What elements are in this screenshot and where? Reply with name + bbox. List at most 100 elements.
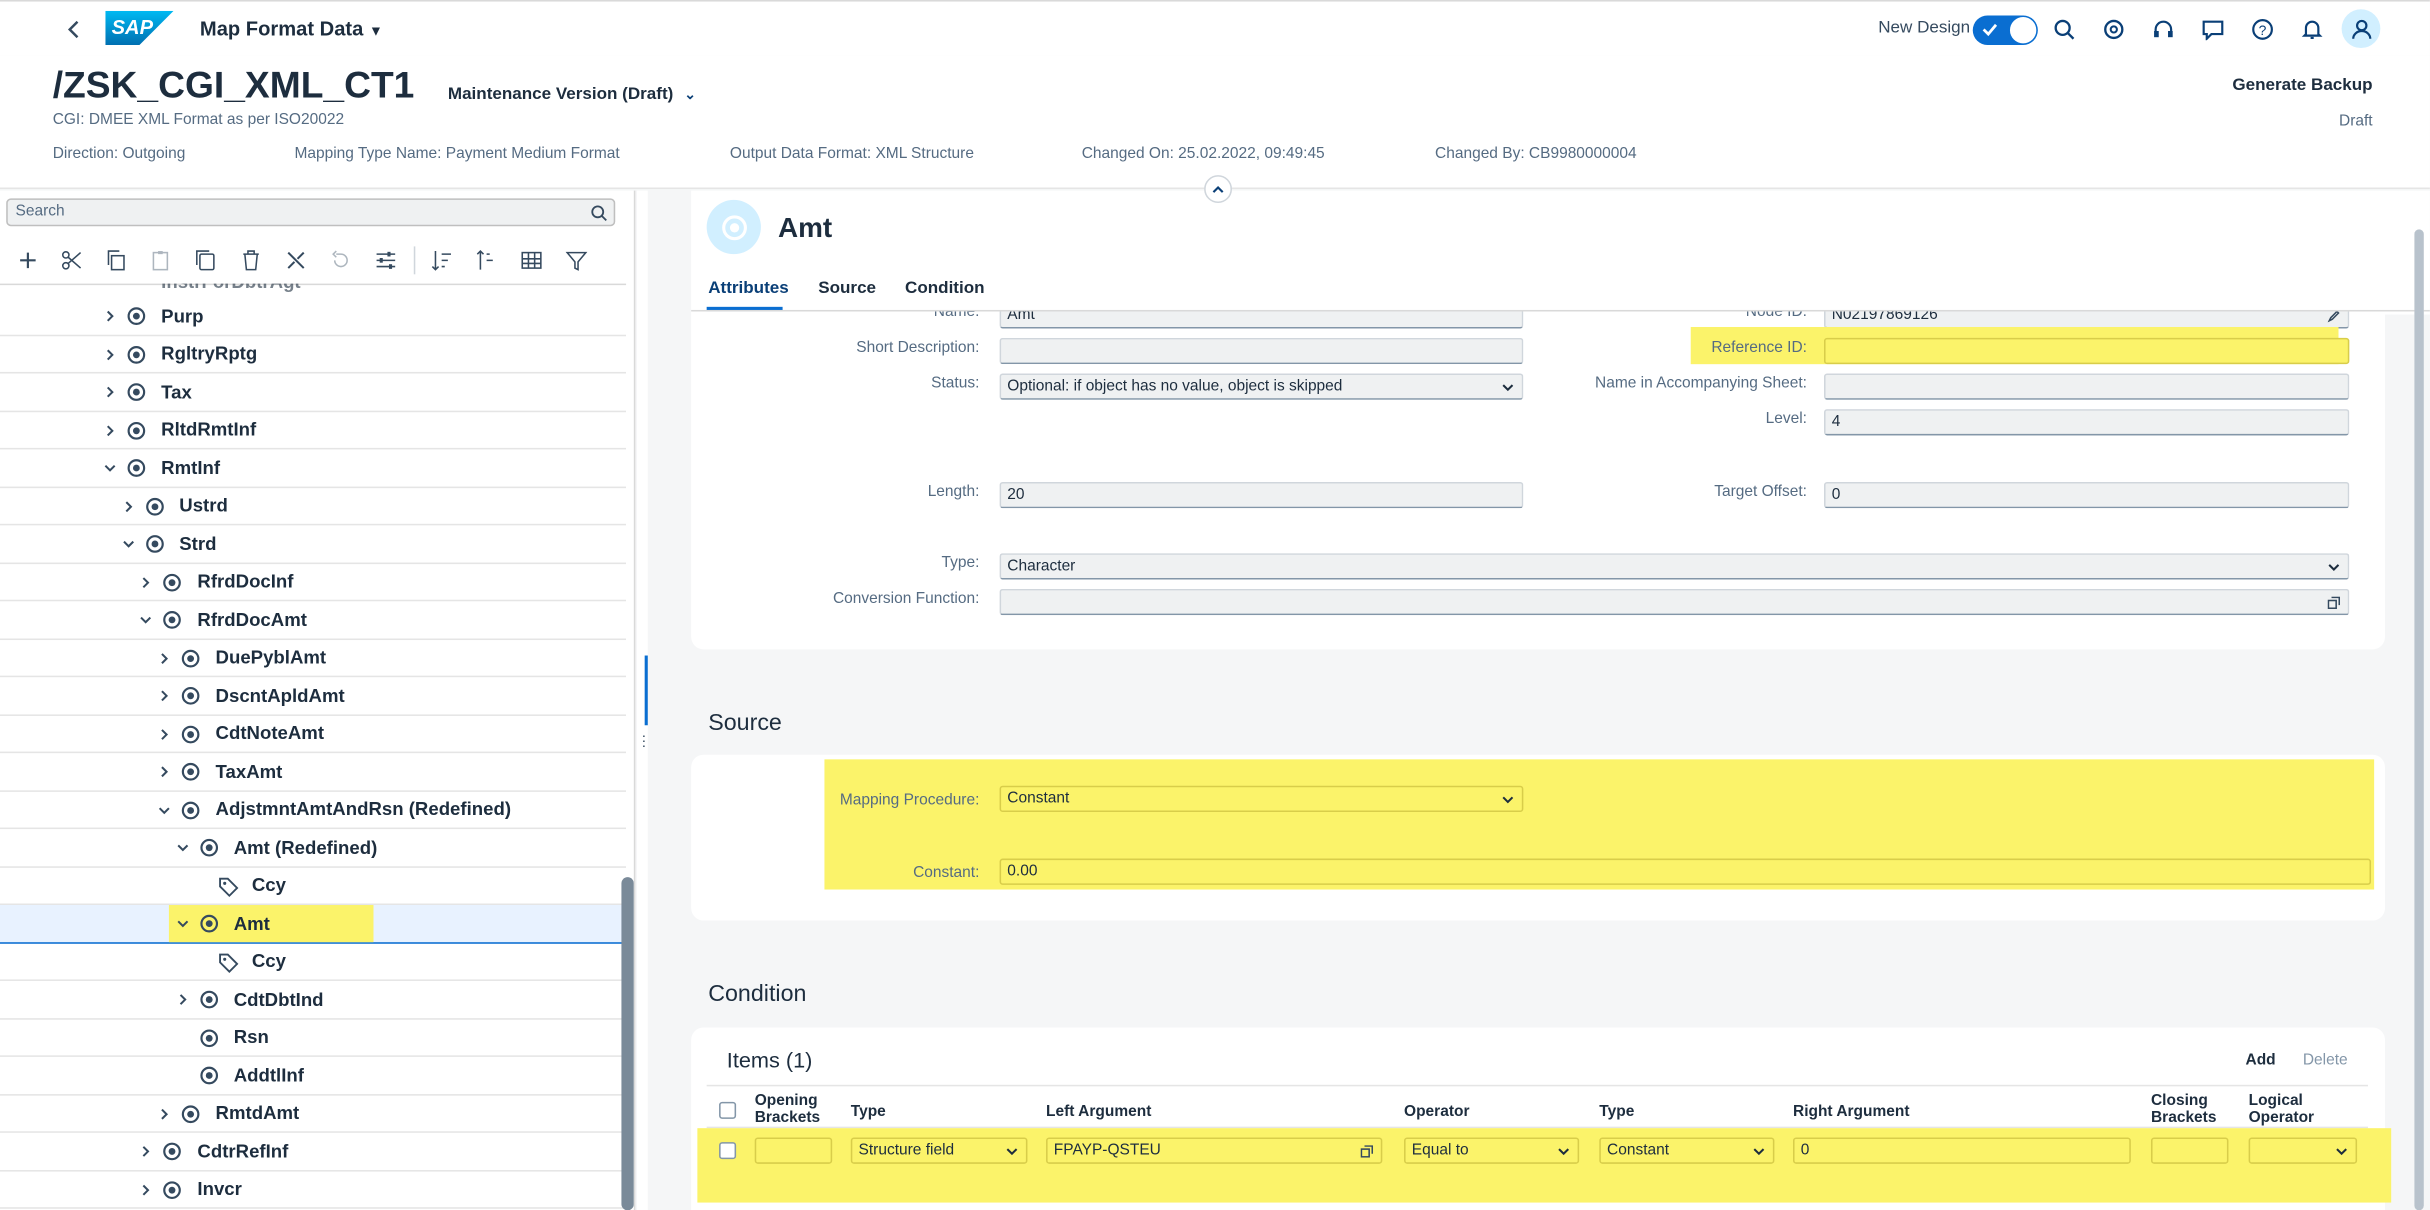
node-id-field[interactable]: N02197869126 [1823,311,2350,329]
chevron-down-icon[interactable] [120,536,135,551]
tree-row[interactable]: RmtInf [0,449,627,488]
tree-row[interactable]: Amt [0,905,627,943]
chevron-right-icon[interactable] [157,1106,172,1121]
chevron-right-icon[interactable] [139,1182,154,1197]
tree-row[interactable]: Amt (Redefined) [0,829,627,868]
length-field[interactable]: 20 [999,481,1524,509]
chevron-down-icon[interactable] [139,612,154,627]
tree-row[interactable]: AddtlInf [0,1057,627,1095]
delete-icon[interactable] [240,250,262,272]
chevron-right-icon[interactable] [157,688,172,703]
row-checkbox[interactable] [719,1142,737,1160]
tree-row[interactable]: CdtrRefInf [0,1133,627,1171]
tree-row[interactable]: RgltryRptg [0,336,627,374]
undo-icon[interactable] [330,250,352,272]
type-2-select[interactable]: Constant [1599,1137,1775,1164]
user-avatar-icon[interactable] [2341,9,2381,49]
tree-row[interactable]: RfrdDocInf [0,563,627,602]
add-icon[interactable] [17,250,39,272]
left-argument-field[interactable]: FPAYP-QSTEU [1046,1137,1383,1164]
select-all-checkbox[interactable] [719,1101,737,1119]
operator-select[interactable]: Equal to [1404,1137,1580,1164]
feedback-icon[interactable] [2197,14,2228,45]
tree-row[interactable]: Purp [0,298,627,336]
tree-row[interactable]: Invcr [0,1171,627,1209]
search-icon[interactable] [2049,14,2080,45]
reference-id-field[interactable] [1823,337,2350,365]
add-button[interactable]: Add [2246,1052,2276,1069]
tree-row[interactable]: Strd [0,525,627,564]
paste-icon[interactable] [150,250,172,272]
tree-row[interactable]: RfrdDocAmt [0,601,627,640]
app-title[interactable]: Map Format Data ▼ [200,17,383,40]
copy-icon[interactable] [105,250,127,272]
constant-field[interactable]: 0.00 [999,858,2372,885]
type-1-select[interactable]: Structure field [850,1137,1028,1164]
chevron-right-icon[interactable] [157,764,172,779]
accompanying-sheet-field[interactable] [1823,373,2350,400]
target-offset-field[interactable]: 0 [1823,481,2350,509]
tree-row[interactable]: Ustrd [0,487,627,526]
value-help-icon[interactable] [2327,596,2341,610]
tree-scrollbar[interactable] [621,877,634,1210]
conversion-function-field[interactable] [999,588,2350,616]
tree-row[interactable]: RmtdAmt [0,1095,627,1133]
new-design-toggle[interactable] [1972,15,2038,45]
tree-row[interactable]: DuePyblAmt [0,639,627,678]
status-select[interactable]: Optional: if object has no value, object… [999,373,1524,400]
closing-brackets-field[interactable] [2150,1137,2229,1164]
chevron-down-icon[interactable] [102,460,117,475]
tree-row[interactable]: RltdRmtInf [0,411,627,450]
type-select[interactable]: Character [999,553,2350,580]
tab-condition[interactable]: Condition [905,279,985,298]
settings-sliders-icon[interactable] [375,250,397,272]
value-help-icon[interactable] [1360,1145,1374,1158]
bell-icon[interactable] [2297,14,2328,45]
chevron-down-icon[interactable] [175,840,190,855]
mapping-procedure-select[interactable]: Constant [999,785,1524,813]
unlink-icon[interactable] [285,250,307,272]
name-field[interactable]: Amt [999,311,1524,329]
level-field[interactable]: 4 [1823,409,2350,436]
search-input[interactable]: Search [6,198,616,227]
chevron-right-icon[interactable] [175,992,190,1007]
table-icon[interactable] [521,250,543,272]
tree-row[interactable]: Rsn [0,1019,627,1057]
collapse-header-icon[interactable] [1204,175,1233,204]
help-icon[interactable]: ? [2247,14,2278,45]
tree-row[interactable]: Ccy [0,867,627,906]
chevron-right-icon[interactable] [102,308,117,323]
edit-icon[interactable] [2327,311,2340,323]
duplicate-icon[interactable] [195,250,217,272]
filter-icon[interactable] [565,250,588,272]
chevron-right-icon[interactable] [102,346,117,361]
tab-attributes[interactable]: Attributes [708,279,789,298]
tree-row[interactable]: AdjstmntAmtAndRsn (Redefined) [0,791,627,830]
logical-operator-select[interactable] [2248,1137,2358,1164]
sort-descending-icon[interactable] [431,250,453,272]
delete-button[interactable]: Delete [2303,1052,2348,1069]
tree-row[interactable]: CdtDbtInd [0,981,627,1019]
detail-scrollbar[interactable] [2414,229,2424,1210]
tree-row[interactable]: Ccy [0,943,627,981]
version-selector[interactable]: Maintenance Version (Draft) ⌄ [448,85,696,104]
chevron-down-icon[interactable] [175,916,190,931]
tree-row[interactable]: DscntApldAmt [0,677,627,716]
tab-source[interactable]: Source [818,279,876,298]
back-icon[interactable] [59,14,90,45]
opening-brackets-field[interactable] [754,1137,833,1164]
chevron-right-icon[interactable] [157,650,172,665]
generate-backup-button[interactable]: Generate Backup [2232,76,2372,95]
chevron-right-icon[interactable] [157,726,172,741]
headset-icon[interactable] [2148,14,2179,45]
chevron-right-icon[interactable] [102,384,117,399]
short-description-field[interactable] [999,337,1524,365]
joule-icon[interactable] [2098,14,2129,45]
chevron-right-icon[interactable] [139,1144,154,1159]
tree-row[interactable]: Tax [0,373,627,412]
tree-row[interactable]: CdtNoteAmt [0,715,627,754]
table-row[interactable]: Structure field FPAYP-QSTEU Equal to Con… [691,1133,2385,1170]
chevron-right-icon[interactable] [139,574,154,589]
chevron-down-icon[interactable] [157,802,172,817]
chevron-right-icon[interactable] [102,422,117,437]
